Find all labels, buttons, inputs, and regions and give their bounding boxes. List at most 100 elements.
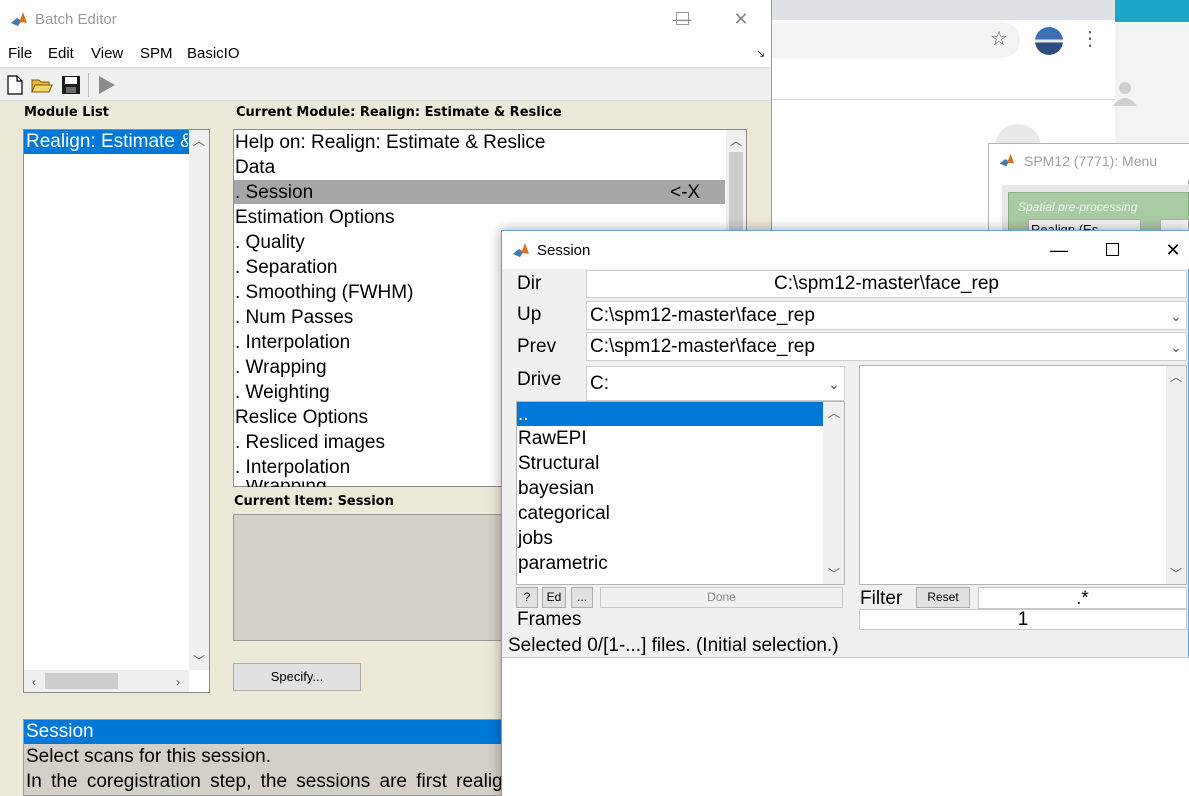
scroll-down-icon[interactable]: ﹀ — [826, 566, 842, 582]
scroll-down-icon[interactable]: ﹀ — [191, 653, 207, 669]
matlab-icon — [513, 243, 529, 257]
batch-editor-title: Batch Editor — [35, 11, 117, 28]
frames-input[interactable]: 1 — [859, 609, 1187, 630]
current-module-line[interactable]: . Num Passes — [235, 305, 353, 330]
selected-files-list[interactable] — [502, 657, 1189, 796]
current-module-line[interactable]: . Weighting — [235, 380, 330, 405]
directory-item[interactable]: Structural — [518, 451, 599, 476]
directory-item[interactable]: parametric — [518, 551, 608, 576]
help-title-bar — [24, 720, 503, 744]
frames-label: Frames — [517, 609, 582, 630]
current-module-line[interactable]: Estimation Options — [235, 205, 394, 230]
open-folder-icon[interactable] — [31, 75, 53, 95]
maximize-button[interactable] — [676, 12, 689, 25]
prev-label: Prev — [517, 336, 557, 357]
current-module-line[interactable]: . Resliced images — [235, 430, 385, 455]
directory-list-vscrollbar[interactable] — [823, 402, 844, 584]
module-list-vscrollbar[interactable] — [189, 130, 209, 670]
run-icon[interactable] — [97, 75, 117, 95]
current-module-vscroll-thumb[interactable] — [729, 152, 743, 232]
spm-menu-title: SPM12 (7771): Menu — [1024, 153, 1158, 169]
reset-button[interactable]: Reset — [916, 587, 970, 608]
current-module-line[interactable]: . Interpolation — [235, 455, 350, 480]
filter-input[interactable]: .* — [978, 587, 1187, 609]
browser-address-bar[interactable] — [770, 22, 1020, 58]
menu-spm[interactable]: SPM — [140, 45, 173, 62]
background-window-strip-header — [1115, 0, 1189, 22]
more-options-icon[interactable]: ⋮ — [1080, 28, 1100, 52]
current-item-box — [233, 514, 513, 641]
chevron-down-icon[interactable]: ⌄ — [826, 372, 842, 396]
maximize-button[interactable] — [1106, 243, 1119, 256]
menu-file[interactable]: File — [8, 45, 32, 62]
new-file-icon[interactable] — [6, 75, 24, 95]
close-button[interactable]: ✕ — [1150, 231, 1189, 269]
module-list[interactable] — [23, 129, 210, 693]
save-icon[interactable] — [61, 75, 81, 95]
directory-item[interactable]: categorical — [518, 501, 610, 526]
done-button[interactable]: Done — [600, 587, 843, 608]
filter-label: Filter — [860, 588, 903, 609]
more-button[interactable]: ... — [571, 587, 593, 608]
matlab-icon — [998, 151, 1016, 169]
current-module-line[interactable]: . Wrapping — [235, 355, 327, 380]
directory-item[interactable]: RawEPI — [518, 426, 587, 451]
directory-item[interactable]: .. — [518, 402, 529, 427]
current-module-line[interactable]: Reslice Options — [235, 405, 368, 430]
help-text-line: In the coregistration step, the sessions… — [26, 771, 502, 792]
current-module-line[interactable]: . Separation — [235, 255, 337, 280]
close-button[interactable]: ✕ — [718, 0, 764, 38]
scroll-left-icon[interactable]: ‹ — [26, 674, 42, 690]
prev-value: C:\spm12-master\face_rep — [590, 336, 815, 357]
directory-item[interactable]: bayesian — [518, 476, 594, 501]
up-value: C:\spm12-master\face_rep — [590, 305, 815, 326]
help-text-line: Select scans for this session. — [26, 746, 271, 767]
menu-basicio[interactable]: BasicIO — [187, 45, 240, 62]
toolbar-divider — [88, 73, 89, 97]
drive-dropdown[interactable] — [586, 366, 845, 401]
directory-list-selected[interactable] — [517, 402, 823, 426]
help-title: Session — [26, 721, 94, 742]
spm-menu-panel-label: Spatial pre-processing — [1018, 200, 1138, 214]
chevron-down-icon[interactable]: ⌄ — [1168, 304, 1184, 328]
current-module-line[interactable]: . Quality — [235, 230, 305, 255]
minimize-button[interactable]: — — [1036, 231, 1082, 269]
current-module-line[interactable]: Data — [235, 155, 275, 180]
current-item-label: Current Item: Session — [234, 494, 394, 509]
scroll-up-icon[interactable]: ︿ — [826, 405, 842, 421]
up-label: Up — [517, 304, 542, 325]
dir-label: Dir — [517, 273, 542, 294]
dir-value: C:\spm12-master\face_rep — [774, 273, 999, 294]
directory-item[interactable]: jobs — [518, 526, 553, 551]
module-list-item-label: Realign: Estimate & Reslice — [26, 131, 188, 152]
scroll-up-icon[interactable]: ︿ — [1168, 369, 1184, 385]
current-module-line-selected[interactable]: . Session — [235, 180, 313, 205]
scroll-down-icon[interactable]: ﹀ — [1168, 566, 1184, 582]
current-module-line[interactable]: . Interpolation — [235, 330, 350, 355]
file-list-vscrollbar[interactable] — [1166, 366, 1186, 584]
scroll-right-icon[interactable]: › — [170, 674, 186, 690]
missing-value-marker: <-X — [670, 182, 701, 203]
browser-tabstrip — [770, 0, 1115, 20]
module-list-hscroll-thumb[interactable] — [45, 673, 118, 689]
current-module-line-partial[interactable]: . Wrapping — [235, 480, 327, 487]
profile-avatar[interactable] — [1035, 27, 1063, 55]
drive-label: Drive — [517, 369, 562, 390]
chevron-down-icon[interactable]: ⌄ — [1168, 335, 1184, 359]
scroll-up-icon[interactable]: ︿ — [728, 133, 744, 149]
dock-arrow-icon[interactable]: ↘ — [756, 47, 765, 60]
session-titlebar[interactable] — [502, 231, 1189, 269]
bookmark-star-icon[interactable]: ☆ — [988, 28, 1010, 50]
specify-button[interactable]: Specify... — [233, 663, 361, 691]
scroll-up-icon[interactable]: ︿ — [191, 133, 207, 149]
session-title: Session — [537, 242, 591, 259]
menu-edit[interactable]: Edit — [48, 45, 74, 62]
help-button[interactable]: ? — [516, 587, 538, 608]
edit-button[interactable]: Ed — [542, 587, 566, 608]
current-module-line[interactable]: . Smoothing (FWHM) — [235, 280, 413, 305]
selection-status: Selected 0/[1-...] files. (Initial selec… — [508, 635, 839, 656]
file-list[interactable] — [859, 365, 1187, 585]
current-module-line[interactable]: Help on: Realign: Estimate & Reslice — [235, 130, 545, 155]
module-list-label: Module List — [24, 105, 109, 120]
menu-view[interactable]: View — [91, 45, 123, 62]
